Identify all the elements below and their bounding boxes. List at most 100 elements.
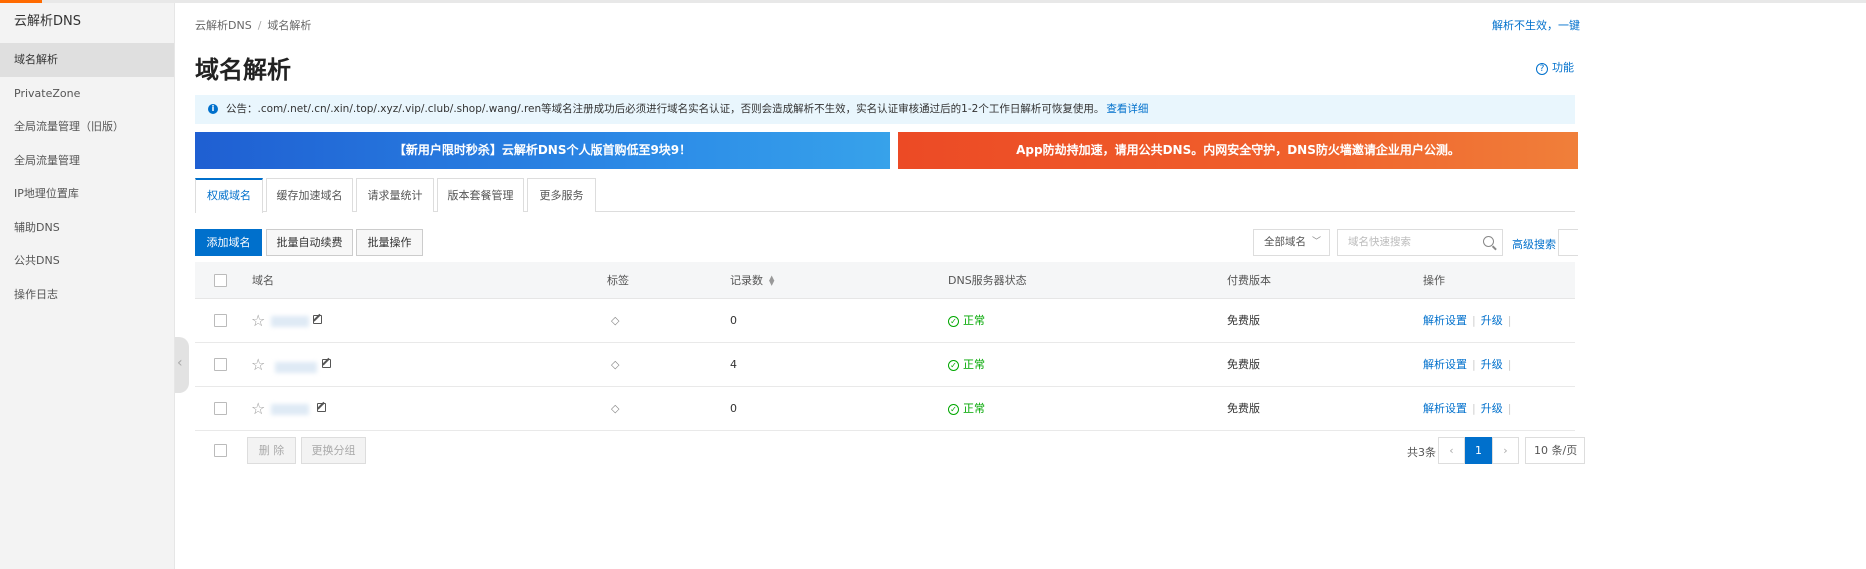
star-icon[interactable]: ☆ xyxy=(251,299,265,343)
action-divider: | xyxy=(1507,358,1512,371)
toolbar-extra-button[interactable] xyxy=(1558,229,1578,256)
table-row: ☆ ◇ 0 ✓ 正常 免费版 解析设置 | 升级 | xyxy=(195,299,1575,343)
resolution-settings-link[interactable]: 解析设置 xyxy=(1423,402,1467,415)
header-dns-status: DNS服务器状态 xyxy=(948,274,1027,287)
header-records-label: 记录数 xyxy=(730,274,763,287)
dns-status: ✓ 正常 xyxy=(948,299,985,343)
promo-banner-right[interactable]: App防劫持加速，请用公共DNS。内网安全守护，DNS防火墙邀请企业用户公测。 xyxy=(898,132,1578,169)
upgrade-link[interactable]: 升级 xyxy=(1481,314,1503,327)
domain-filter-select[interactable]: 全部域名 ﹀ xyxy=(1253,229,1330,256)
help-link-label: 功能 xyxy=(1552,61,1574,74)
sidebar-item-public-dns[interactable]: 公共DNS xyxy=(0,244,174,278)
sidebar-item-gtm[interactable]: 全局流量管理 xyxy=(0,144,174,178)
page-title: 域名解析 xyxy=(195,56,291,84)
row-checkbox[interactable] xyxy=(214,358,227,371)
pagination-total: 共3条 xyxy=(1407,446,1436,459)
tag-icon[interactable]: ◇ xyxy=(611,387,619,431)
page-size-select[interactable]: 10 条/页 xyxy=(1525,437,1585,464)
check-circle-icon: ✓ xyxy=(948,315,959,327)
redacted-domain xyxy=(275,362,317,373)
page-button-current[interactable]: 1 xyxy=(1465,437,1492,464)
search-placeholder: 域名快速搜索 xyxy=(1348,236,1411,248)
tab-more-services[interactable]: 更多服务 xyxy=(527,178,596,212)
tab-bar: 权威域名 缓存加速域名 请求量统计 版本套餐管理 更多服务 xyxy=(195,178,1575,213)
table-row: ☆ ◇ 4 ✓ 正常 免费版 解析设置 | 升级 | xyxy=(195,343,1575,387)
redacted-domain xyxy=(271,316,309,327)
header-records[interactable]: 记录数 ▲ ▼ xyxy=(730,262,774,299)
prev-page-button[interactable]: ‹ xyxy=(1438,437,1465,464)
table-footer: 删 除 更换分组 共3条 ‹ 1 › 10 条/页 xyxy=(195,437,1585,467)
upgrade-link[interactable]: 升级 xyxy=(1481,358,1503,371)
record-count: 0 xyxy=(730,402,737,415)
question-icon: ? xyxy=(1536,63,1548,75)
sidebar-item-ip-geo[interactable]: IP地理位置库 xyxy=(0,177,174,211)
action-divider: | xyxy=(1507,314,1512,327)
breadcrumb-separator: / xyxy=(257,19,262,32)
redacted-domain xyxy=(271,404,309,415)
search-icon[interactable] xyxy=(1483,236,1494,247)
tab-authoritative-domains[interactable]: 权威域名 xyxy=(195,178,263,213)
row-checkbox[interactable] xyxy=(214,314,227,327)
notice-more-link[interactable]: 查看详细 xyxy=(1106,103,1148,115)
domain-search-input[interactable]: 域名快速搜索 xyxy=(1337,229,1503,256)
footer-select-all-checkbox[interactable] xyxy=(214,444,227,457)
record-count: 0 xyxy=(730,314,737,327)
header-actions: 操作 xyxy=(1423,274,1445,287)
dns-status: ✓ 正常 xyxy=(948,343,985,387)
domain-filter-value: 全部域名 xyxy=(1264,236,1306,248)
edit-icon[interactable] xyxy=(317,403,326,412)
troubleshoot-link[interactable]: 解析不生效，一键 xyxy=(1492,17,1580,33)
table-row: ☆ ◇ 0 ✓ 正常 免费版 解析设置 | 升级 | xyxy=(195,387,1575,431)
table-header: 域名 标签 记录数 ▲ ▼ DNS服务器状态 付费版本 操作 xyxy=(195,262,1575,299)
action-divider: | xyxy=(1472,358,1476,371)
chevron-right-icon: › xyxy=(1503,444,1508,457)
select-all-checkbox[interactable] xyxy=(214,274,227,287)
advanced-search-link[interactable]: 高级搜索 xyxy=(1512,236,1556,252)
delete-button[interactable]: 删 除 xyxy=(247,437,296,464)
tag-icon[interactable]: ◇ xyxy=(611,343,619,387)
sidebar-item-domain-resolution[interactable]: 域名解析 xyxy=(0,43,174,77)
help-link[interactable]: ? 功能 xyxy=(1536,59,1574,75)
add-domain-button[interactable]: 添加域名 xyxy=(195,229,262,256)
sidebar-item-operation-log[interactable]: 操作日志 xyxy=(0,278,174,312)
resolution-settings-link[interactable]: 解析设置 xyxy=(1423,314,1467,327)
action-divider: | xyxy=(1472,314,1476,327)
dns-status-label: 正常 xyxy=(963,358,985,371)
breadcrumb-root[interactable]: 云解析DNS xyxy=(195,19,252,32)
record-count: 4 xyxy=(730,358,737,371)
notice-bar: i 公告：.com/.net/.cn/.xin/.top/.xyz/.vip/.c… xyxy=(195,95,1575,124)
batch-operations-button[interactable]: 批量操作 xyxy=(356,229,423,256)
sort-icon[interactable]: ▲ ▼ xyxy=(769,275,774,287)
sidebar-item-secondary-dns[interactable]: 辅助DNS xyxy=(0,211,174,245)
dns-status: ✓ 正常 xyxy=(948,387,985,431)
resolution-settings-link[interactable]: 解析设置 xyxy=(1423,358,1467,371)
promo-banner-left[interactable]: 【新用户限时秒杀】云解析DNS个人版首购低至9块9！ xyxy=(195,132,890,169)
check-circle-icon: ✓ xyxy=(948,403,959,415)
sidebar-item-gtm-legacy[interactable]: 全局流量管理（旧版） xyxy=(0,110,174,144)
chevron-left-icon: ‹ xyxy=(177,355,183,371)
upgrade-link[interactable]: 升级 xyxy=(1481,402,1503,415)
star-icon[interactable]: ☆ xyxy=(251,387,265,431)
star-icon[interactable]: ☆ xyxy=(251,343,265,387)
edition: 免费版 xyxy=(1227,402,1260,415)
tab-request-stats[interactable]: 请求量统计 xyxy=(356,178,434,212)
row-actions: 解析设置 | 升级 | xyxy=(1423,343,1516,387)
tab-cache-acceleration[interactable]: 缓存加速域名 xyxy=(266,178,353,212)
next-page-button[interactable]: › xyxy=(1492,437,1519,464)
sidebar-collapse-handle[interactable]: ‹ xyxy=(175,337,189,393)
row-actions: 解析设置 | 升级 | xyxy=(1423,387,1516,431)
header-edition: 付费版本 xyxy=(1227,274,1271,287)
edit-icon[interactable] xyxy=(313,315,322,324)
header-domain: 域名 xyxy=(252,274,274,287)
tab-edition-management[interactable]: 版本套餐管理 xyxy=(437,178,524,212)
action-divider: | xyxy=(1472,402,1476,415)
chevron-down-icon: ﹀ xyxy=(1311,237,1321,247)
sidebar-item-privatezone[interactable]: PrivateZone xyxy=(0,77,174,111)
action-divider: | xyxy=(1507,402,1512,415)
batch-auto-renew-button[interactable]: 批量自动续费 xyxy=(266,229,353,256)
change-group-button[interactable]: 更换分组 xyxy=(301,437,366,464)
tag-icon[interactable]: ◇ xyxy=(611,299,619,343)
dns-status-label: 正常 xyxy=(963,402,985,415)
edit-icon[interactable] xyxy=(322,359,331,368)
row-checkbox[interactable] xyxy=(214,402,227,415)
